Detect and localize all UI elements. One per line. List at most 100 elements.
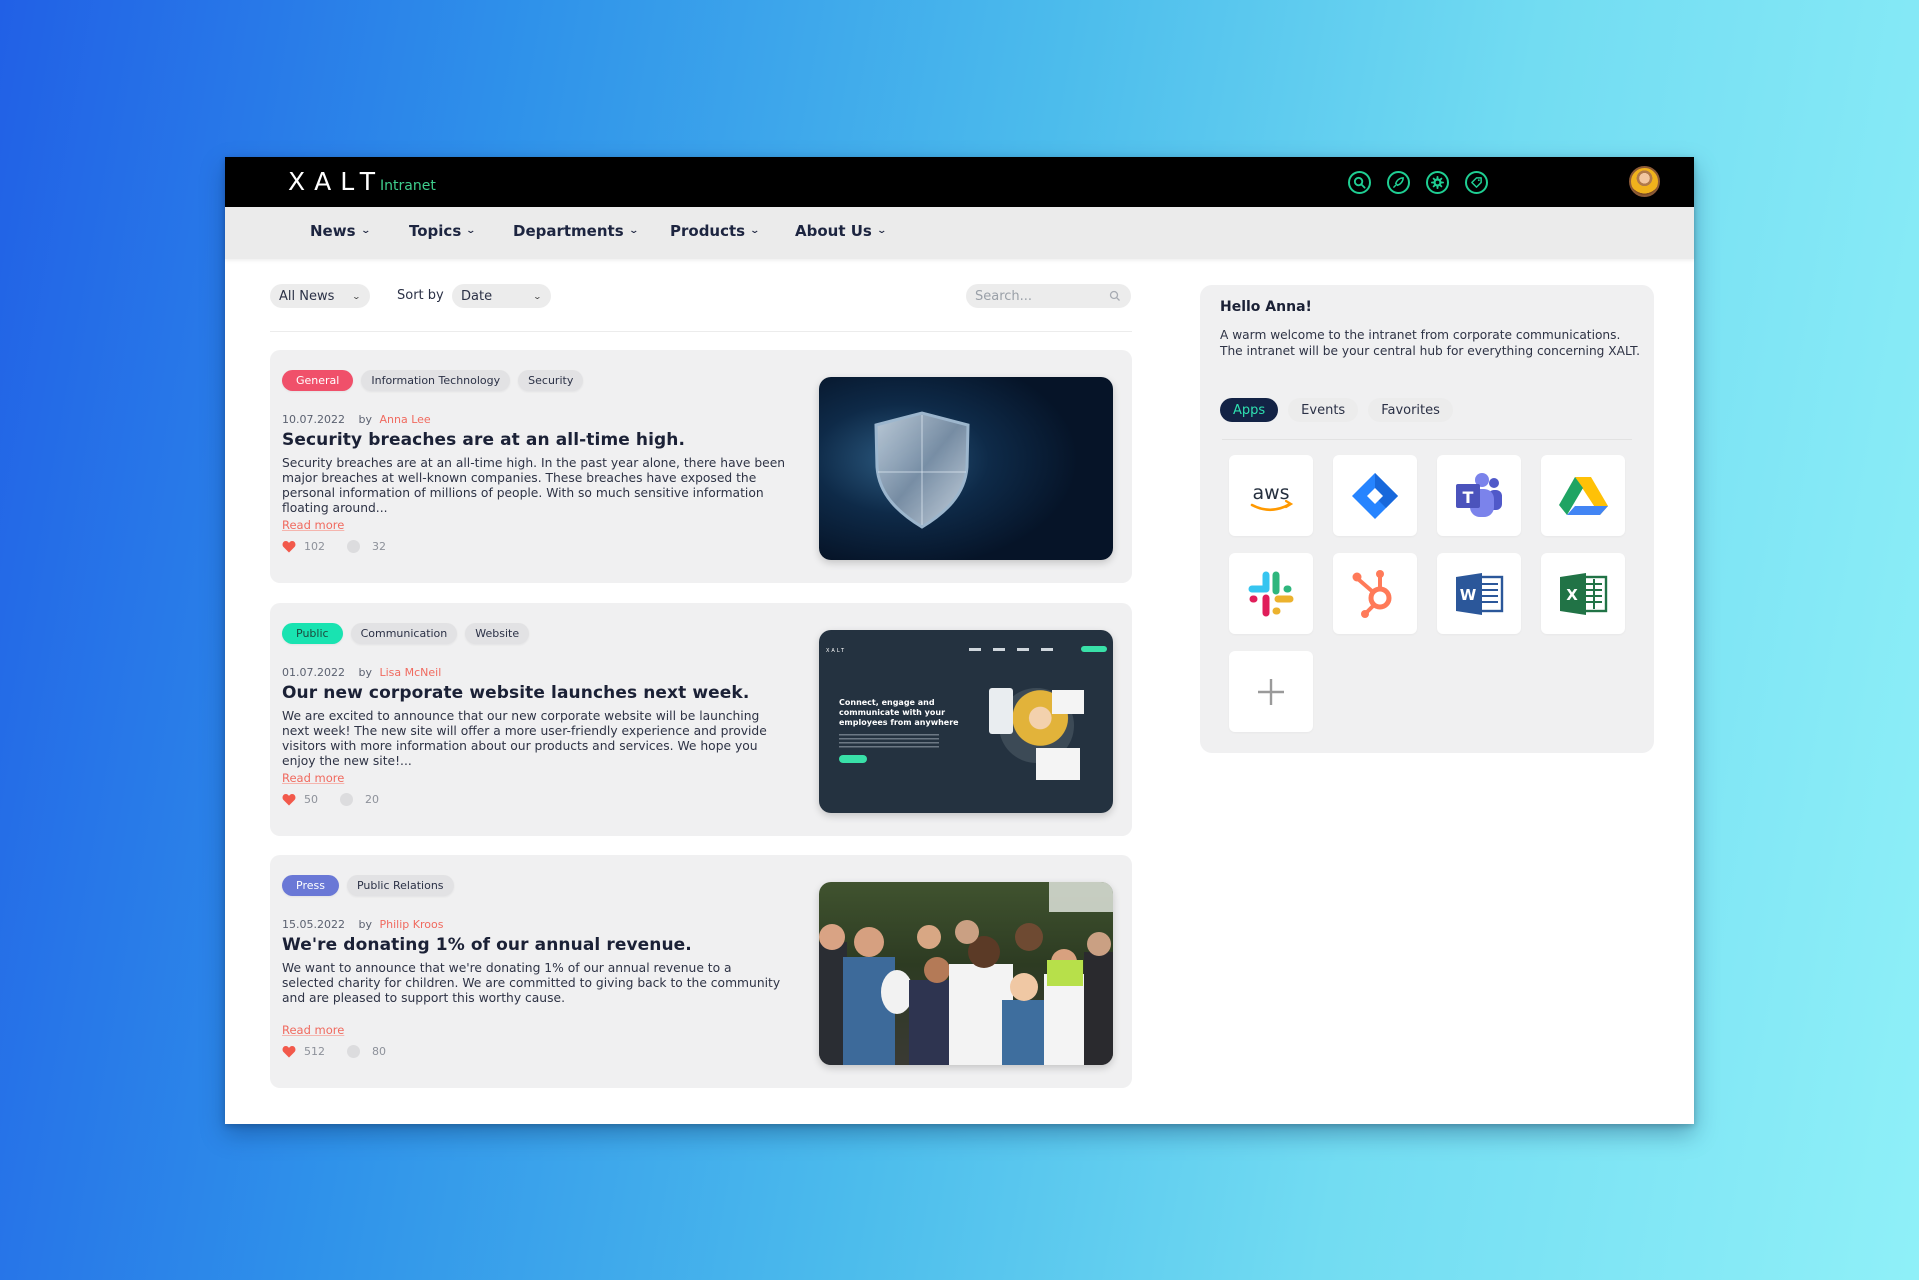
tab-apps[interactable]: Apps xyxy=(1220,398,1279,422)
article-card: Public Communication Website 01.07.2022 … xyxy=(270,603,1132,836)
nav-item-news[interactable]: News ⌄ xyxy=(310,222,371,240)
teams-label: T xyxy=(1463,488,1474,507)
comment-count: 20 xyxy=(365,793,379,806)
sort-select[interactable]: Date ⌄ xyxy=(452,284,551,308)
article-card: General Information Technology Security … xyxy=(270,350,1132,583)
mini-card xyxy=(1052,690,1084,714)
read-more-link[interactable]: Read more xyxy=(282,518,344,532)
article-stats: 50 20 xyxy=(282,793,379,806)
app-aws[interactable]: aws xyxy=(1229,455,1313,536)
tag-list: Press Public Relations xyxy=(282,875,454,896)
like-count: 50 xyxy=(304,793,318,806)
logo-text: XALT xyxy=(288,167,384,196)
nav-item-about-us[interactable]: About Us ⌄ xyxy=(795,222,887,240)
app-hubspot[interactable] xyxy=(1333,553,1417,634)
nav-label: About Us xyxy=(795,222,872,240)
tag[interactable]: Information Technology xyxy=(361,370,511,391)
app-excel[interactable]: X xyxy=(1541,553,1625,634)
welcome-panel: Hello Anna! A warm welcome to the intran… xyxy=(1200,285,1654,753)
avatar[interactable] xyxy=(1629,166,1660,197)
word-label: W xyxy=(1460,586,1477,604)
mini-cta xyxy=(1081,646,1107,652)
tag[interactable]: Communication xyxy=(350,623,458,644)
nav-label: Topics xyxy=(409,222,462,240)
like-count: 512 xyxy=(304,1045,325,1058)
slack-icon xyxy=(1248,571,1294,616)
tag-list: Public Communication Website xyxy=(282,623,530,644)
mini-text xyxy=(839,734,939,748)
search-icon[interactable] xyxy=(1348,171,1371,194)
tag[interactable]: Security xyxy=(518,370,584,391)
tag-general[interactable]: General xyxy=(282,370,354,391)
article-author[interactable]: Anna Lee xyxy=(379,413,430,426)
nav-item-topics[interactable]: Topics ⌄ xyxy=(409,222,477,240)
main-nav: News ⌄ Topics ⌄ Departments ⌄ Products ⌄… xyxy=(225,207,1694,259)
tag-press[interactable]: Press xyxy=(282,875,339,896)
tab-events[interactable]: Events xyxy=(1288,398,1359,422)
app-teams[interactable]: T xyxy=(1437,455,1521,536)
mini-nav xyxy=(969,648,1059,651)
heart-icon[interactable] xyxy=(282,793,296,806)
mini-phone xyxy=(989,688,1013,734)
tag[interactable]: Public Relations xyxy=(346,875,454,896)
search-icon xyxy=(1109,290,1120,301)
article-stats: 512 80 xyxy=(282,1045,386,1058)
comment-count: 80 xyxy=(372,1045,386,1058)
by-label: by xyxy=(358,666,372,679)
heart-icon[interactable] xyxy=(282,1045,296,1058)
tab-favorites[interactable]: Favorites xyxy=(1368,398,1453,422)
greeting: Hello Anna! xyxy=(1220,299,1312,315)
top-icons xyxy=(1348,171,1488,194)
gear-icon[interactable] xyxy=(1426,171,1449,194)
search-input[interactable]: Search... xyxy=(966,284,1131,308)
chevron-down-icon: ⌄ xyxy=(360,226,371,236)
heart-icon[interactable] xyxy=(282,540,296,553)
app-google-drive[interactable] xyxy=(1541,455,1625,536)
comment-icon[interactable] xyxy=(340,793,353,806)
plus-icon xyxy=(1258,678,1284,705)
tag[interactable]: Website xyxy=(465,623,530,644)
article-title[interactable]: Our new corporate website launches next … xyxy=(282,683,749,703)
by-label: by xyxy=(358,918,372,931)
word-icon: W xyxy=(1456,572,1504,615)
article-date: 01.07.2022 xyxy=(282,666,345,679)
like-count: 102 xyxy=(304,540,325,553)
article-excerpt: We are excited to announce that our new … xyxy=(282,709,767,768)
rocket-icon[interactable] xyxy=(1387,171,1410,194)
article-title[interactable]: Security breaches are at an all-time hig… xyxy=(282,430,685,450)
comment-icon[interactable] xyxy=(347,540,360,553)
chevron-down-icon: ⌄ xyxy=(465,226,477,236)
mini-headline: Connect, engage and communicate with you… xyxy=(839,698,959,727)
article-author[interactable]: Philip Kroos xyxy=(379,918,443,931)
read-more-link[interactable]: Read more xyxy=(282,771,344,785)
app-word[interactable]: W xyxy=(1437,553,1521,634)
nav-label: News xyxy=(310,222,356,240)
tag-public[interactable]: Public xyxy=(282,623,343,644)
group-photo-image[interactable] xyxy=(819,882,1113,1065)
excel-icon: X xyxy=(1560,572,1608,615)
nav-item-departments[interactable]: Departments ⌄ xyxy=(513,222,639,240)
logo-subtitle: Intranet xyxy=(380,178,436,194)
logo[interactable]: XALT Intranet xyxy=(288,167,436,196)
comment-icon[interactable] xyxy=(347,1045,360,1058)
tag-icon[interactable] xyxy=(1465,171,1488,194)
app-slack[interactable] xyxy=(1229,553,1313,634)
browser-window: XALT Intranet News ⌄ Topics ⌄ Department… xyxy=(225,157,1694,1124)
app-jira[interactable] xyxy=(1333,455,1417,536)
article-author[interactable]: Lisa McNeil xyxy=(379,666,441,679)
article-meta: 01.07.2022 by Lisa McNeil xyxy=(282,666,441,679)
nav-label: Products xyxy=(670,222,746,240)
read-more-link[interactable]: Read more xyxy=(282,1023,344,1037)
panel-tabs: Apps Events Favorites xyxy=(1220,398,1453,422)
tag-list: General Information Technology Security xyxy=(282,370,584,391)
aws-icon: aws xyxy=(1250,482,1294,511)
website-screenshot-image[interactable]: XALT Connect, engage and communicate wit… xyxy=(819,630,1113,813)
nav-item-products[interactable]: Products ⌄ xyxy=(670,222,760,240)
add-app-button[interactable] xyxy=(1229,651,1313,732)
mini-logo: XALT xyxy=(826,648,846,654)
shield-image[interactable] xyxy=(819,377,1113,560)
article-excerpt: We want to announce that we're donating … xyxy=(282,961,781,1005)
category-select[interactable]: All News ⌄ xyxy=(270,284,370,308)
sort-select-value: Date xyxy=(461,288,493,304)
article-title[interactable]: We're donating 1% of our annual revenue. xyxy=(282,935,692,955)
